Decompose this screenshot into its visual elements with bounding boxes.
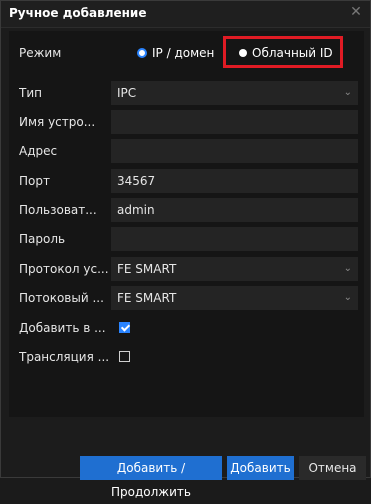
- port-row: Порт 34567: [9, 169, 364, 193]
- add-to-label: Добавить в ...: [19, 321, 106, 335]
- highlight-box: [223, 36, 343, 68]
- add-to-row: Добавить в ...: [9, 316, 364, 340]
- broadcast-checkbox[interactable]: [119, 351, 130, 362]
- dialog-titlebar: Ручное добавление ✕: [1, 1, 370, 28]
- close-icon[interactable]: ✕: [348, 4, 364, 20]
- address-row: Адрес: [9, 139, 364, 163]
- add-continue-button[interactable]: Добавить / Продолжить: [80, 456, 222, 499]
- password-label: Пароль: [19, 232, 66, 246]
- stream-row: Потоковый ... FE SMART ⌄: [9, 286, 364, 310]
- address-input[interactable]: [111, 139, 358, 163]
- type-label: Тип: [19, 86, 42, 100]
- form-panel: Режим IP / домен Облачный ID Тип IPC ⌄ И…: [9, 31, 364, 417]
- stream-label: Потоковый ...: [19, 291, 104, 305]
- add-to-checkbox[interactable]: [119, 322, 130, 333]
- add-button[interactable]: Добавить: [227, 456, 294, 480]
- dialog-title: Ручное добавление: [9, 6, 147, 20]
- address-label: Адрес: [19, 144, 58, 158]
- port-label: Порт: [19, 174, 50, 188]
- protocol-label: Протокол ус...: [19, 262, 109, 276]
- chevron-down-icon: ⌄: [343, 87, 352, 98]
- protocol-value: FE SMART: [117, 262, 177, 276]
- type-select[interactable]: IPC ⌄: [111, 81, 358, 105]
- radio-ip-domain-label: IP / домен: [152, 46, 215, 60]
- type-row: Тип IPC ⌄: [9, 81, 364, 105]
- radio-selected-icon: [137, 48, 147, 58]
- protocol-select[interactable]: FE SMART ⌄: [111, 257, 358, 281]
- device-name-label: Имя устро...: [19, 115, 96, 129]
- password-row: Пароль: [9, 227, 364, 251]
- stream-value: FE SMART: [117, 291, 177, 305]
- username-label: Пользоват...: [19, 203, 97, 217]
- username-row: Пользоват... admin: [9, 198, 364, 222]
- chevron-down-icon: ⌄: [343, 263, 352, 274]
- protocol-row: Протокол ус... FE SMART ⌄: [9, 257, 364, 281]
- mode-label: Режим: [19, 46, 62, 60]
- port-input[interactable]: 34567: [111, 169, 358, 193]
- cancel-button[interactable]: Отмена: [299, 456, 366, 480]
- password-input[interactable]: [111, 227, 358, 251]
- broadcast-row: Трансляция ...: [9, 345, 364, 369]
- chevron-down-icon: ⌄: [343, 292, 352, 303]
- stream-select[interactable]: FE SMART ⌄: [111, 286, 358, 310]
- username-input[interactable]: admin: [111, 198, 358, 222]
- manual-add-dialog: Ручное добавление ✕ Режим IP / домен Обл…: [0, 0, 371, 499]
- device-name-row: Имя устро...: [9, 110, 364, 134]
- device-name-input[interactable]: [111, 110, 358, 134]
- radio-ip-domain[interactable]: IP / домен: [137, 46, 214, 60]
- type-value: IPC: [117, 86, 137, 100]
- broadcast-label: Трансляция ...: [19, 350, 110, 364]
